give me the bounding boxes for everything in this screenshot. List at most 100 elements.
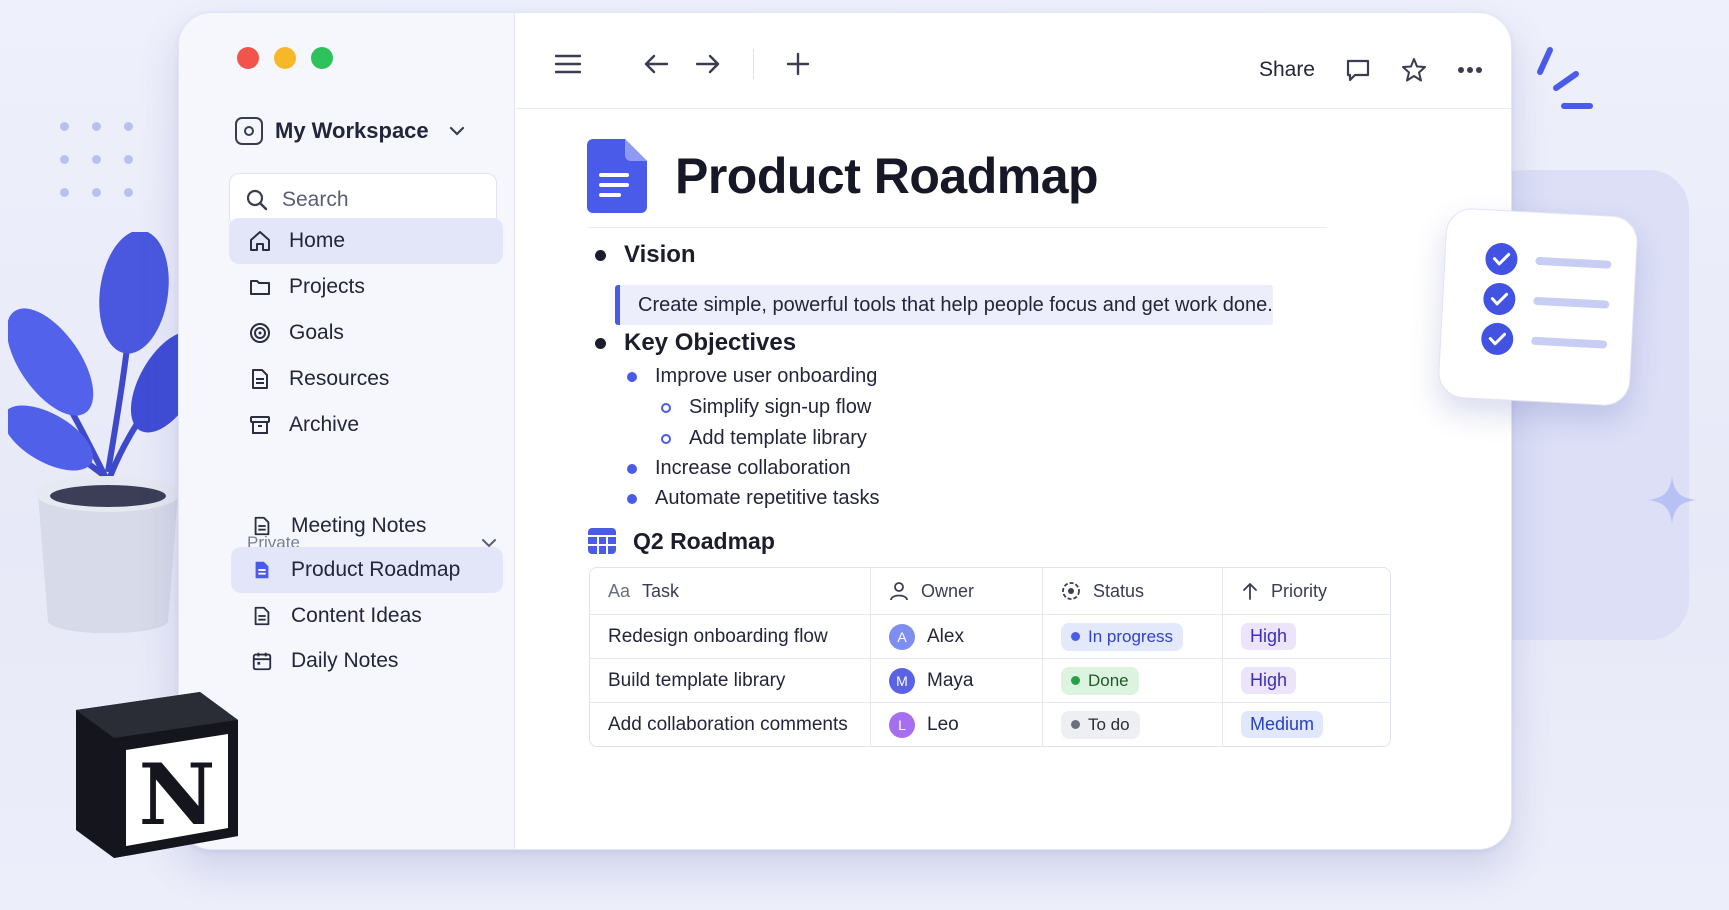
toolbar-left-group [555,49,810,79]
status-cell[interactable]: In progress [1042,615,1222,658]
sidebar-item-home[interactable]: Home [229,218,503,264]
column-header-priority[interactable]: Priority [1222,568,1390,614]
table-row[interactable]: Add collaboration comments L Leo To do M… [590,702,1390,746]
page-document-icon [587,139,647,213]
list-item-text: Automate repetitive tasks [655,487,880,509]
toolbar-right-group: Share [1259,57,1483,83]
status-icon [1062,582,1080,600]
sub-bullet [661,433,671,444]
list-item[interactable]: Automate repetitive tasks [627,487,880,510]
page-header: Product Roadmap [587,139,1099,213]
owner-name: Leo [927,713,959,735]
checkmark-icon [1482,282,1517,316]
table-row[interactable]: Build template library M Maya Done High [590,658,1390,702]
sidebar-item-archive[interactable]: Archive [229,402,503,448]
arrow-up-icon [1243,583,1257,600]
menu-icon[interactable] [555,53,581,75]
priority-cell[interactable]: Medium [1222,703,1390,746]
avatar: L [889,711,915,738]
workspace-icon [235,117,263,145]
database-title[interactable]: Q2 Roadmap [587,527,775,555]
status-cell[interactable]: To do [1042,703,1222,746]
sidebar-page-meeting-notes[interactable]: Meeting Notes [231,503,503,549]
list-item[interactable]: Simplify sign-up flow [661,396,871,419]
more-options-icon[interactable] [1457,66,1483,74]
priority-badge: High [1241,667,1297,694]
sidebar-item-label: Resources [289,367,390,390]
column-header-task[interactable]: Aa Task [590,568,870,614]
search-placeholder: Search [282,188,349,211]
column-header-owner[interactable]: Owner [870,568,1042,614]
priority-cell[interactable]: High [1222,659,1390,702]
task-cell[interactable]: Add collaboration comments [590,703,870,746]
status-cell[interactable]: Done [1042,659,1222,702]
sidebar-item-label: Goals [289,321,344,344]
sidebar-item-label: Meeting Notes [291,514,427,537]
sidebar-item-goals[interactable]: Goals [229,310,503,356]
vision-quote[interactable]: Create simple, powerful tools that help … [615,285,1273,325]
back-arrow-icon[interactable] [643,53,669,75]
priority-cell[interactable]: High [1222,615,1390,658]
owner-name: Alex [927,625,964,647]
plant-illustration [8,232,188,634]
list-item-text: Increase collaboration [655,457,851,479]
list-item[interactable]: Add template library [661,427,867,450]
workspace-switcher[interactable]: My Workspace [235,117,465,145]
page-content: Product Roadmap Vision Create simple, po… [515,109,1511,849]
sidebar-item-label: Daily Notes [291,649,399,672]
sidebar-item-label: Product Roadmap [291,558,461,581]
comment-icon[interactable] [1345,57,1371,83]
objectives-heading[interactable]: Key Objectives [595,329,796,357]
text-property-icon: Aa [608,580,631,601]
task-cell[interactable]: Redesign onboarding flow [590,615,870,658]
sidebar-item-label: Content Ideas [291,604,422,627]
column-header-label: Priority [1271,580,1328,601]
owner-cell[interactable]: M Maya [870,659,1042,702]
column-header-label: Task [642,580,680,601]
share-button[interactable]: Share [1259,58,1315,82]
target-icon [247,320,273,346]
person-icon [890,582,908,601]
avatar: A [889,623,915,650]
sparkle-star-icon [1648,476,1696,524]
roadmap-table: Aa Task Owner Status Priority Redesign o… [589,567,1391,747]
column-header-status[interactable]: Status [1042,568,1222,614]
vision-heading-text: Vision [624,241,696,268]
document-icon [249,603,275,629]
task-cell[interactable]: Build template library [590,659,870,702]
sub-bullet [661,402,671,413]
avatar: M [889,667,915,694]
sidebar-page-daily-notes[interactable]: Daily Notes [231,638,503,684]
close-window-button[interactable] [237,47,259,69]
page-title[interactable]: Product Roadmap [675,147,1099,205]
maximize-window-button[interactable] [311,47,333,69]
forward-arrow-icon[interactable] [695,53,721,75]
star-icon[interactable] [1401,57,1427,83]
checkmark-icon [1484,242,1519,276]
sparkle-lines-icon [1537,47,1593,109]
list-item[interactable]: Increase collaboration [627,457,851,480]
minimize-window-button[interactable] [274,47,296,69]
column-header-label: Status [1093,580,1145,601]
list-item-text: Add template library [689,427,867,449]
vision-heading[interactable]: Vision [595,241,696,269]
document-icon [249,513,275,539]
sidebar-item-projects[interactable]: Projects [229,264,503,310]
bullet [595,249,606,261]
toolbar-divider [753,49,754,79]
checklist-row [1480,322,1608,361]
divider [587,227,1327,228]
owner-cell[interactable]: A Alex [870,615,1042,658]
sidebar-page-product-roadmap[interactable]: Product Roadmap [231,547,503,593]
status-badge: Done [1061,666,1139,695]
bullet [595,337,606,349]
decorative-dot-grid [60,122,134,197]
sidebar-page-content-ideas[interactable]: Content Ideas [231,593,503,639]
sidebar-item-resources[interactable]: Resources [229,356,503,402]
table-row[interactable]: Redesign onboarding flow A Alex In progr… [590,614,1390,658]
notion-logo-icon: N [76,692,238,858]
plus-icon[interactable] [786,52,810,76]
owner-cell[interactable]: L Leo [870,703,1042,746]
list-item[interactable]: Improve user onboarding [627,365,877,388]
bullet [627,493,637,504]
